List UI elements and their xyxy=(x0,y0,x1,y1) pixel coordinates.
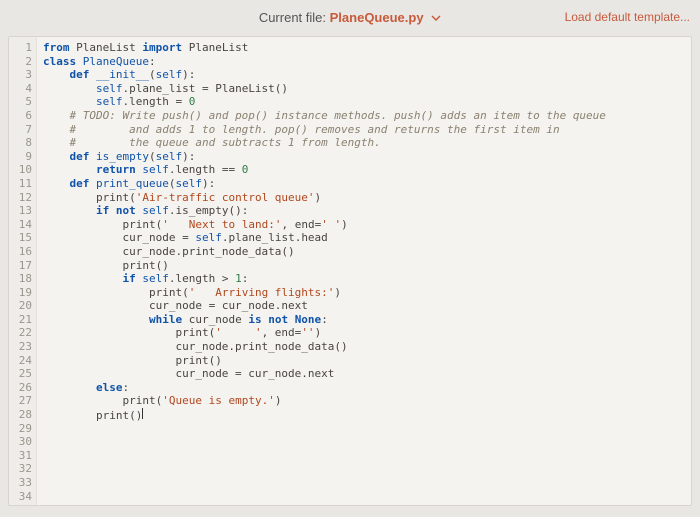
line-number: 29 xyxy=(9,422,32,436)
code-line[interactable]: if not self.is_empty(): xyxy=(43,204,691,218)
line-number: 6 xyxy=(9,109,32,123)
line-number: 22 xyxy=(9,326,32,340)
line-number: 13 xyxy=(9,204,32,218)
line-number: 25 xyxy=(9,367,32,381)
line-number: 24 xyxy=(9,354,32,368)
line-number: 32 xyxy=(9,462,32,476)
code-line[interactable]: print() xyxy=(43,408,691,423)
line-number: 5 xyxy=(9,95,32,109)
code-line[interactable]: self.length = 0 xyxy=(43,95,691,109)
code-line[interactable]: print(' Arriving flights:') xyxy=(43,286,691,300)
line-number: 2 xyxy=(9,55,32,69)
code-line[interactable]: print(' ', end='') xyxy=(43,326,691,340)
line-number: 15 xyxy=(9,231,32,245)
code-line[interactable]: # and adds 1 to length. pop() removes an… xyxy=(43,123,691,137)
line-number: 17 xyxy=(9,259,32,273)
line-number: 16 xyxy=(9,245,32,259)
header-bar: Current file: PlaneQueue.py Load default… xyxy=(0,0,700,36)
line-number: 31 xyxy=(9,449,32,463)
current-file-prefix: Current file: xyxy=(259,10,326,25)
line-number: 28 xyxy=(9,408,32,422)
code-line[interactable]: def is_empty(self): xyxy=(43,150,691,164)
load-default-template-link[interactable]: Load default template... xyxy=(565,10,690,24)
code-editor[interactable]: 1234567891011121314151617181920212223242… xyxy=(8,36,692,506)
line-number: 20 xyxy=(9,299,32,313)
code-line[interactable]: cur_node.print_node_data() xyxy=(43,340,691,354)
line-number: 9 xyxy=(9,150,32,164)
code-line[interactable]: def print_queue(self): xyxy=(43,177,691,191)
app-root: { "header":{ "prefix":"Current file:", "… xyxy=(0,0,700,517)
code-line[interactable]: return self.length == 0 xyxy=(43,163,691,177)
code-line[interactable]: cur_node = self.plane_list.head xyxy=(43,231,691,245)
code-line[interactable]: # TODO: Write push() and pop() instance … xyxy=(43,109,691,123)
chevron-down-icon xyxy=(431,11,441,26)
line-number: 10 xyxy=(9,163,32,177)
line-number-gutter: 1234567891011121314151617181920212223242… xyxy=(9,37,37,505)
line-number: 18 xyxy=(9,272,32,286)
current-file-name: PlaneQueue.py xyxy=(330,10,424,25)
code-line[interactable]: class PlaneQueue: xyxy=(43,55,691,69)
line-number: 1 xyxy=(9,41,32,55)
line-number: 23 xyxy=(9,340,32,354)
line-number: 8 xyxy=(9,136,32,150)
code-line[interactable]: print(' Next to land:', end=' ') xyxy=(43,218,691,232)
code-area[interactable]: from PlaneList import PlaneListclass Pla… xyxy=(37,37,691,505)
code-line[interactable]: print() xyxy=(43,354,691,368)
line-number: 7 xyxy=(9,123,32,137)
code-line[interactable]: print('Air-traffic control queue') xyxy=(43,191,691,205)
line-number: 27 xyxy=(9,394,32,408)
line-number: 11 xyxy=(9,177,32,191)
line-number: 26 xyxy=(9,381,32,395)
line-number: 30 xyxy=(9,435,32,449)
line-number: 3 xyxy=(9,68,32,82)
code-line[interactable]: while cur_node is not None: xyxy=(43,313,691,327)
line-number: 4 xyxy=(9,82,32,96)
code-line[interactable]: # the queue and subtracts 1 from length. xyxy=(43,136,691,150)
line-number: 19 xyxy=(9,286,32,300)
line-number: 21 xyxy=(9,313,32,327)
code-line[interactable]: else: xyxy=(43,381,691,395)
code-line[interactable]: cur_node = cur_node.next xyxy=(43,299,691,313)
line-number: 12 xyxy=(9,191,32,205)
text-cursor xyxy=(142,408,143,419)
code-line[interactable]: self.plane_list = PlaneList() xyxy=(43,82,691,96)
code-line[interactable]: def __init__(self): xyxy=(43,68,691,82)
code-line[interactable]: from PlaneList import PlaneList xyxy=(43,41,691,55)
line-number: 34 xyxy=(9,490,32,504)
code-line[interactable]: print('Queue is empty.') xyxy=(43,394,691,408)
code-line[interactable]: cur_node = cur_node.next xyxy=(43,367,691,381)
code-line[interactable]: if self.length > 1: xyxy=(43,272,691,286)
line-number: 14 xyxy=(9,218,32,232)
line-number: 33 xyxy=(9,476,32,490)
code-line[interactable]: print() xyxy=(43,259,691,273)
code-line[interactable]: cur_node.print_node_data() xyxy=(43,245,691,259)
